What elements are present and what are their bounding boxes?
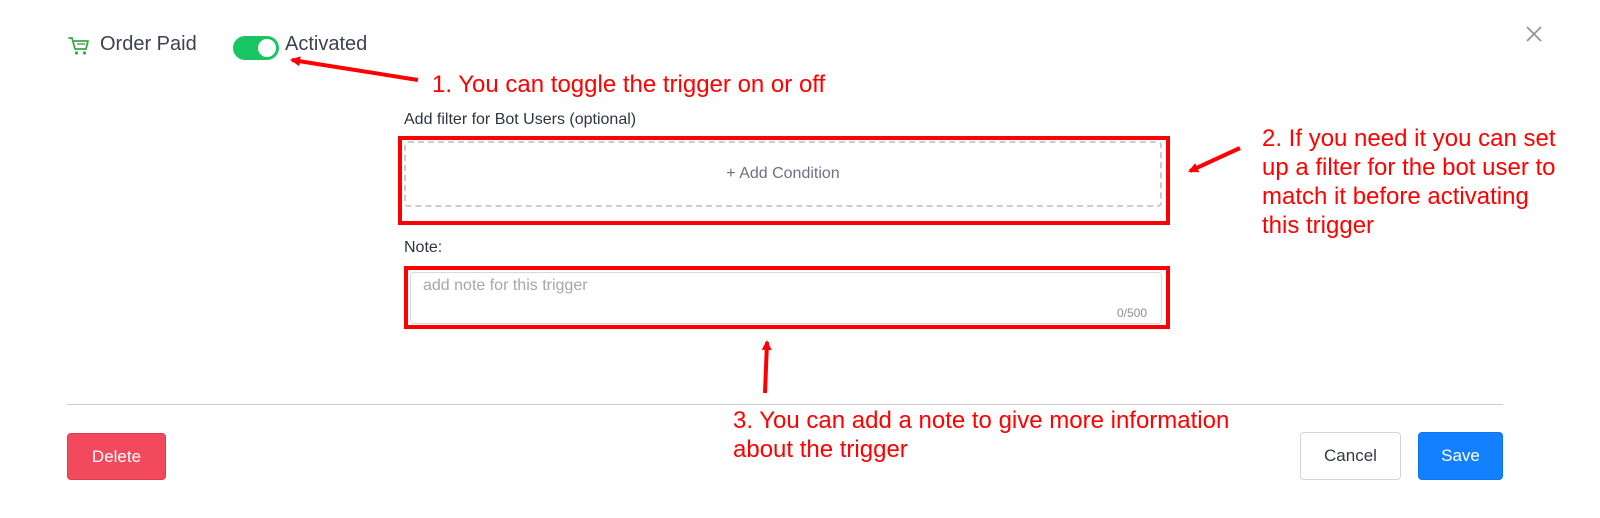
close-icon[interactable] [1522, 22, 1546, 46]
annotation-step-3: 3. You can add a note to give more infor… [733, 407, 1230, 463]
trigger-title: Order Paid [100, 33, 197, 55]
annotation-step-1: 1. You can toggle the trigger on or off [432, 71, 826, 98]
annotation-arrow-3 [761, 340, 772, 394]
toggle-label: Activated [285, 33, 368, 55]
cancel-button[interactable]: Cancel [1300, 432, 1401, 480]
note-field[interactable] [410, 272, 1162, 324]
delete-button[interactable]: Delete [67, 433, 166, 480]
toggle-knob [258, 39, 276, 57]
save-button[interactable]: Save [1418, 432, 1503, 480]
footer-divider [67, 404, 1503, 405]
annotation-step-2: 2. If you need it you can set up a filte… [1262, 125, 1556, 239]
add-condition-button[interactable]: + Add Condition [404, 141, 1162, 207]
annotation-arrow-2 [1188, 146, 1241, 173]
note-label: Note: [404, 239, 443, 256]
note-char-counter: 0/500 [1117, 306, 1148, 320]
shopping-cart-icon [68, 36, 90, 56]
activation-toggle[interactable] [233, 36, 279, 60]
filter-label: Add filter for Bot Users (optional) [404, 111, 637, 128]
annotation-arrow-1 [290, 56, 419, 82]
